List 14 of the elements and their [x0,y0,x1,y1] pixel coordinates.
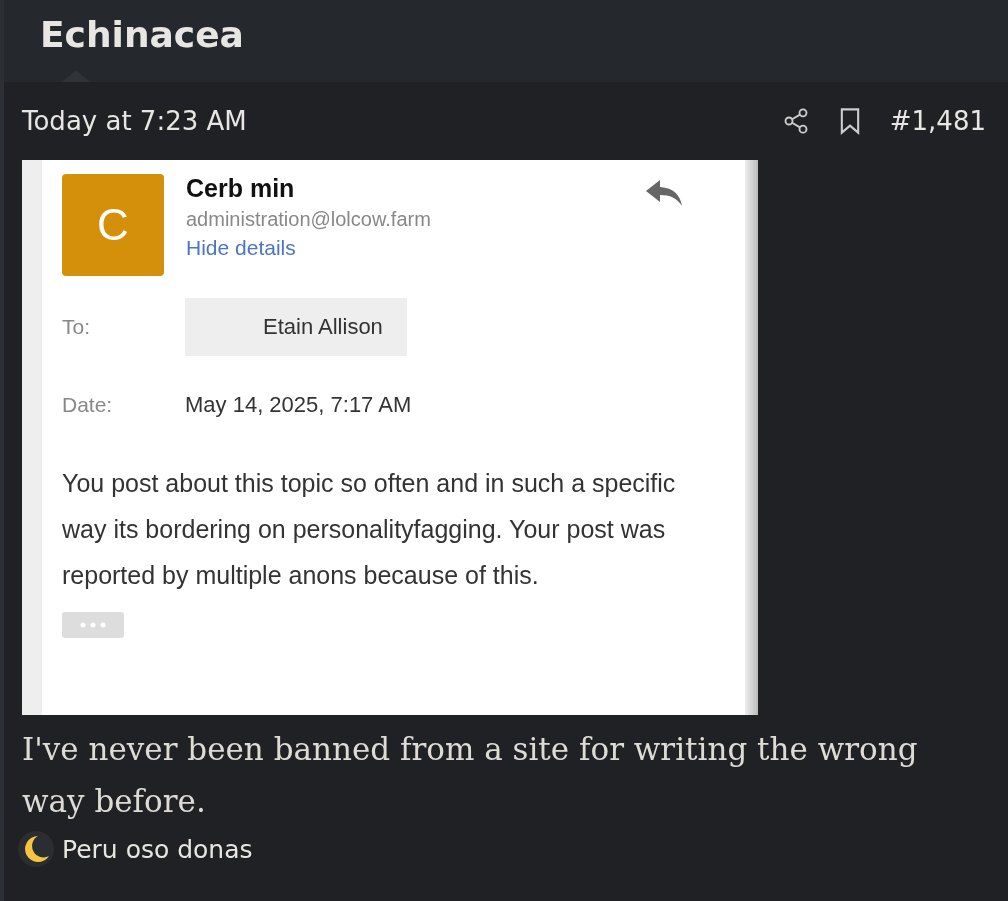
email-message: You post about this topic so often and in such a specific way its bordering on personalityfagging. Your post was reported by multiple anons because of this. [62,468,677,591]
date-value: May 14, 2025, 7:17 AM [185,392,412,418]
date-label: Date: [62,393,114,417]
sender-address: administration@lolcow.farm [186,208,432,231]
hide-details-link[interactable]: Hide details [186,236,622,260]
recipient-chip: Etain Allison [185,298,407,356]
post-body: I've never been banned from a site for writing the wrong way before. [22,730,919,821]
sender-name: Cerb min [186,174,296,203]
post-time: Today at 7:23 AM [22,106,248,136]
thread-title: Echinacea [40,14,244,55]
to-label: To: [62,315,91,339]
reaction-user[interactable]: Peru oso donas [62,834,253,864]
sender-avatar: C [62,174,164,276]
post-number[interactable]: #1,481 [889,106,986,136]
